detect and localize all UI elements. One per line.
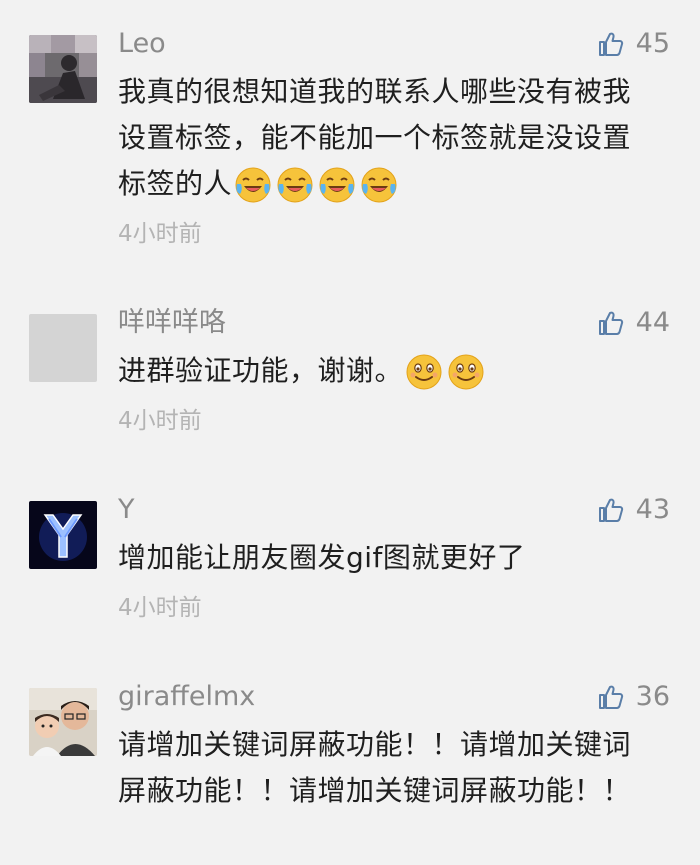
thumbs-up-icon [598,685,623,709]
laugh-cry-emoji [235,167,271,203]
comment-author[interactable]: 咩咩咩咯 [118,304,226,342]
comment-time: 4小时前 [118,595,202,621]
avatar[interactable] [29,688,97,756]
like-button[interactable]: 43 [598,491,670,529]
like-count: 44 [635,307,670,338]
emoji-row [234,166,398,204]
like-button[interactable]: 45 [598,25,670,63]
like-button[interactable]: 44 [598,304,670,342]
like-button[interactable]: 36 [598,678,670,716]
avatar[interactable] [29,35,97,103]
comment-author[interactable]: Leo [118,25,166,63]
comment-text: 进群验证功能，谢谢。 [118,354,404,387]
comment-text-wrapper: 进群验证功能，谢谢。 [118,348,658,394]
avatar[interactable] [29,314,97,382]
like-count: 36 [635,681,670,712]
comment-text: 增加能让朋友圈发gif图就更好了 [118,541,526,574]
laugh-cry-emoji [319,167,355,203]
comment-author[interactable]: Y [118,491,135,529]
like-count: 43 [635,494,670,525]
comment-author[interactable]: giraffelmx [118,678,255,716]
comment-text-wrapper: 我真的很想知道我的联系人哪些没有被我设置标签，能不能加一个标签就是没设置标签的人 [118,69,658,207]
like-count: 45 [635,28,670,59]
comment-text: 请增加关键词屏蔽功能！！请增加关键词屏蔽功能！！请增加关键词屏蔽功能！！ [118,728,632,807]
smile-emoji [448,354,484,390]
laugh-cry-emoji [277,167,313,203]
thumbs-up-icon [598,311,623,335]
laugh-cry-emoji [361,167,397,203]
emoji-row [405,353,485,391]
thumbs-up-icon [598,32,623,56]
avatar[interactable] [29,501,97,569]
smile-emoji [406,354,442,390]
comment-time: 4小时前 [118,408,202,434]
comment-time: 4小时前 [118,221,202,247]
thumbs-up-icon [598,498,623,522]
